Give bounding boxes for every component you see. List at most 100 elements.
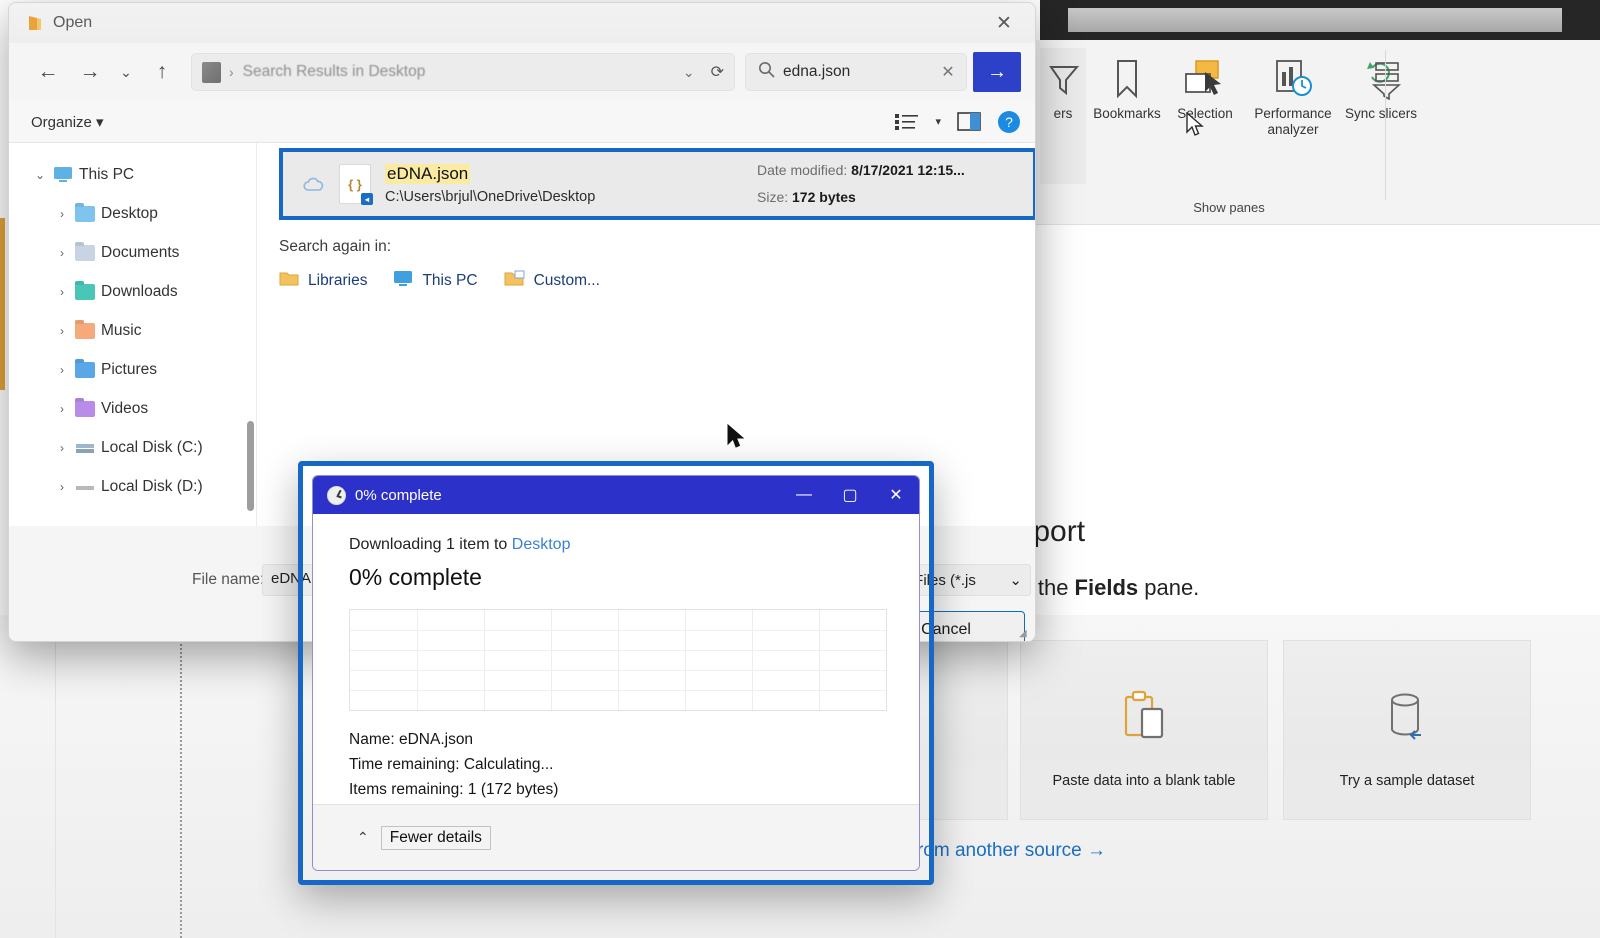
performance-analyzer-icon: [1246, 56, 1340, 102]
search-input[interactable]: edna.json: [783, 63, 930, 81]
chevron-down-icon[interactable]: ⌄: [27, 168, 53, 182]
sidebar-item-this-pc[interactable]: ⌄ This PC: [9, 155, 256, 194]
download-target-line: Downloading 1 item to Desktop: [349, 536, 887, 554]
ribbon-items: ers Bookmarks Selection Performance anal…: [1040, 48, 1418, 184]
chevron-right-icon[interactable]: ›: [49, 324, 75, 338]
forward-button[interactable]: →: [69, 52, 111, 92]
ribbon-item-filters[interactable]: ers: [1040, 48, 1086, 184]
ribbon-item-sync-slicers[interactable]: Sync slicers: [1344, 48, 1418, 122]
go-search-button[interactable]: →: [973, 52, 1021, 92]
search-box[interactable]: edna.json ✕: [745, 53, 967, 91]
close-icon[interactable]: ✕: [873, 476, 919, 514]
svg-text:?: ?: [1005, 114, 1013, 130]
chevron-right-icon[interactable]: ›: [49, 246, 75, 260]
file-name-label: File name:: [192, 571, 265, 588]
resize-grip-icon[interactable]: ◢: [1019, 628, 1029, 639]
size-value: 172 bytes: [792, 189, 856, 205]
file-list-item-edna-json[interactable]: { } ◂ eDNA.json C:\Users\brjul\OneDrive\…: [279, 148, 1035, 220]
chevron-right-icon[interactable]: ›: [49, 207, 75, 221]
stat-row-name: Name: eDNA.json: [349, 727, 887, 752]
sidebar-item-music[interactable]: › Music: [9, 311, 256, 350]
onedrive-cloud-icon: [297, 177, 331, 192]
breadcrumb-separator: ›: [229, 64, 234, 80]
chevron-right-icon[interactable]: ›: [49, 480, 75, 494]
chevron-down-icon: ⌄: [1009, 572, 1022, 589]
search-again-this-pc[interactable]: This PC: [393, 270, 478, 292]
sidebar-item-label: Local Disk (C:): [101, 438, 203, 456]
chevron-right-icon[interactable]: ›: [49, 402, 75, 416]
download-dialog-titlebar: 0% complete — ▢ ✕: [313, 476, 919, 514]
chevron-down-icon[interactable]: ⌄: [673, 64, 705, 81]
sidebar-item-label: Videos: [101, 399, 149, 417]
organize-button[interactable]: Organize ▾: [31, 113, 104, 131]
search-again-custom[interactable]: Custom...: [504, 270, 600, 292]
sidebar-item-local-disk-c[interactable]: › Local Disk (C:): [9, 428, 256, 467]
sidebar-item-local-disk-d[interactable]: › Local Disk (D:): [9, 467, 256, 506]
search-again-label: This PC: [422, 272, 478, 289]
address-text: Search Results in Desktop: [242, 63, 426, 80]
stat-value: eDNA.json: [398, 731, 474, 748]
ribbon-item-performance-analyzer[interactable]: Performance analyzer: [1246, 48, 1340, 138]
ribbon-item-label: Performance analyzer: [1254, 106, 1332, 138]
sidebar-item-downloads[interactable]: › Downloads: [9, 272, 256, 311]
chevron-right-icon[interactable]: ›: [49, 285, 75, 299]
stat-label: Time remaining:: [349, 756, 460, 774]
navigation-tree: ⌄ This PC › Desktop › Documents › Downlo…: [9, 143, 257, 526]
preview-pane-icon[interactable]: [957, 112, 981, 131]
chevron-right-icon[interactable]: ›: [49, 441, 75, 455]
json-glyph: { }: [348, 176, 362, 192]
sidebar-item-label: Pictures: [101, 360, 157, 378]
canvas-card-paste-data[interactable]: Paste data into a blank table: [1020, 640, 1268, 820]
stat-label: Items remaining:: [349, 781, 464, 799]
chevron-up-icon[interactable]: ⌃: [357, 829, 369, 846]
refresh-icon[interactable]: ⟳: [705, 62, 724, 82]
percent-complete-text: 0% complete: [349, 564, 482, 590]
selection-icon: [1168, 56, 1242, 102]
stat-value: Calculating...: [463, 756, 554, 774]
address-bar[interactable]: › Search Results in Desktop ⌄ ⟳: [191, 53, 735, 91]
open-dialog-toolbar: Organize ▾ ▾ ?: [9, 101, 1035, 143]
drive-icon: [75, 440, 101, 456]
date-modified-value: 8/17/2021 12:15...: [851, 162, 965, 179]
sidebar-item-videos[interactable]: › Videos: [9, 389, 256, 428]
close-icon[interactable]: ✕: [981, 3, 1027, 43]
offline-badge-icon: ◂: [361, 193, 373, 205]
folder-icon: [27, 14, 43, 32]
fewer-details-button[interactable]: Fewer details: [380, 825, 491, 850]
download-dialog-title: 0% complete: [355, 486, 442, 504]
download-target-link[interactable]: Desktop: [512, 536, 571, 553]
ribbon-item-bookmarks[interactable]: Bookmarks: [1090, 48, 1164, 122]
ribbon-mouse-cursor: [1186, 111, 1206, 145]
search-icon: [758, 61, 775, 83]
json-file-icon: { } ◂: [339, 164, 373, 205]
canvas-card-sample-dataset[interactable]: Try a sample dataset: [1283, 640, 1531, 820]
help-icon[interactable]: ?: [997, 110, 1021, 134]
ribbon-item-label: ers: [1053, 106, 1073, 121]
ribbon-divider: [1385, 50, 1386, 200]
custom-folder-icon: [504, 270, 525, 292]
search-again-libraries[interactable]: Libraries: [279, 270, 367, 292]
sidebar-item-pictures[interactable]: › Pictures: [9, 350, 256, 389]
canvas-card-label: Paste data into a blank table: [1021, 761, 1267, 819]
tree-scrollbar[interactable]: [247, 421, 254, 511]
powerbi-ribbon: ers Bookmarks Selection Performance anal…: [1020, 40, 1600, 225]
download-target-prefix: Downloading 1 item to: [349, 536, 512, 553]
clear-search-icon[interactable]: ✕: [938, 62, 958, 82]
view-list-icon[interactable]: [895, 113, 919, 131]
sidebar-item-desktop[interactable]: › Desktop: [9, 194, 256, 233]
folder-icon: [75, 400, 101, 417]
recent-locations-button[interactable]: ⌄: [111, 52, 141, 92]
date-modified-label: Date modified:: [757, 162, 848, 179]
filters-icon: [1040, 56, 1086, 102]
minimize-icon[interactable]: —: [781, 476, 827, 514]
chevron-right-icon[interactable]: ›: [49, 363, 75, 377]
mouse-cursor: [727, 423, 747, 457]
stat-row-items-remaining: Items remaining: 1 (172 bytes): [349, 777, 887, 802]
maximize-icon[interactable]: ▢: [827, 476, 873, 514]
sidebar-item-documents[interactable]: › Documents: [9, 233, 256, 272]
folder-icon: [75, 361, 101, 378]
back-button[interactable]: ←: [27, 52, 69, 92]
up-button[interactable]: ↑: [141, 52, 183, 92]
view-chevron-down-icon[interactable]: ▾: [935, 115, 941, 128]
ribbon-item-label: Bookmarks: [1093, 106, 1161, 121]
